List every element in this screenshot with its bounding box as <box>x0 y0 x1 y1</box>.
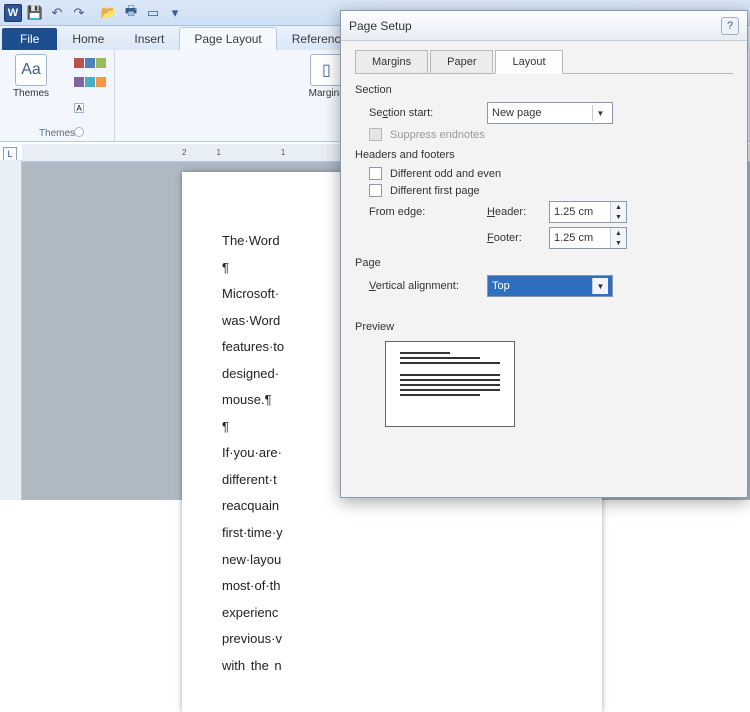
qat-dropdown-icon[interactable]: ▾ <box>166 4 184 22</box>
footer-spinner[interactable]: 1.25 cm ▲▼ <box>549 227 627 249</box>
doc-text: first·time·y <box>222 524 562 542</box>
suppress-endnotes-label: Suppress endnotes <box>390 129 485 141</box>
page-heading: Page <box>355 257 733 269</box>
doc-text: previous·v <box>222 630 562 648</box>
dialog-title: Page Setup <box>349 19 412 33</box>
doc-text: experienc <box>222 604 562 622</box>
tab-file[interactable]: File <box>2 28 57 50</box>
tab-page-layout[interactable]: Page Layout <box>179 27 276 50</box>
doc-text: with the n <box>222 657 562 675</box>
theme-fonts-button[interactable]: A <box>74 103 106 113</box>
header-value: 1.25 cm <box>550 206 610 218</box>
ruler-mark: 1 <box>216 148 220 157</box>
help-icon[interactable]: ? <box>721 17 739 35</box>
dialog-tab-margins[interactable]: Margins <box>355 50 428 74</box>
section-start-label: Section start: <box>369 107 479 119</box>
suppress-endnotes-checkbox <box>369 128 382 141</box>
spin-up-icon[interactable]: ▲ <box>611 202 626 212</box>
print-icon[interactable]: 🖶 <box>122 4 140 22</box>
save-icon[interactable]: 💾 <box>26 4 44 22</box>
vertical-alignment-value: Top <box>492 280 510 292</box>
vertical-ruler[interactable] <box>0 160 22 500</box>
vertical-alignment-select[interactable]: Top ▼ <box>487 275 613 297</box>
word-app-icon: W <box>4 4 22 22</box>
different-first-page-label: Different first page <box>390 185 480 197</box>
doc-text: most·of·th <box>222 577 562 595</box>
preview-thumbnail <box>385 341 515 427</box>
section-start-select[interactable]: New page ▼ <box>487 102 613 124</box>
section-heading: Section <box>355 84 733 96</box>
chevron-down-icon: ▼ <box>592 278 608 294</box>
ruler-mark: 1 <box>281 148 285 157</box>
doc-text: reacquain <box>222 497 562 515</box>
preview-heading: Preview <box>355 321 733 333</box>
header-label: Header: <box>487 206 541 218</box>
different-first-page-checkbox[interactable] <box>369 184 382 197</box>
different-odd-even-label: Different odd and even <box>390 168 501 180</box>
page-setup-dialog: Page Setup ? Margins Paper Layout Sectio… <box>340 10 748 498</box>
open-icon[interactable]: 📂 <box>100 4 118 22</box>
spin-down-icon[interactable]: ▼ <box>611 212 626 222</box>
margins-icon: ▯ <box>310 54 342 86</box>
headers-footers-heading: Headers and footers <box>355 149 733 161</box>
undo-icon[interactable]: ↶ <box>48 4 66 22</box>
spin-down-icon[interactable]: ▼ <box>611 238 626 248</box>
different-odd-even-checkbox[interactable] <box>369 167 382 180</box>
dialog-tabs: Margins Paper Layout <box>355 49 733 74</box>
themes-button[interactable]: Aa Themes <box>8 54 54 99</box>
group-themes: Aa Themes A Themes <box>0 50 115 141</box>
from-edge-label: From edge: <box>369 206 479 218</box>
themes-label: Themes <box>13 88 49 99</box>
dialog-tab-paper[interactable]: Paper <box>430 50 493 74</box>
section-start-value: New page <box>492 107 542 119</box>
new-doc-icon[interactable]: ▭ <box>144 4 162 22</box>
vertical-alignment-label: Vertical alignment: <box>369 280 479 292</box>
ruler-mark: 2 <box>182 148 186 157</box>
tab-selector[interactable]: L <box>3 147 17 161</box>
chevron-down-icon: ▼ <box>592 105 608 121</box>
margins-label: Margins <box>309 88 345 99</box>
doc-text: new·layou <box>222 551 562 569</box>
redo-icon[interactable]: ↷ <box>70 4 88 22</box>
tab-insert[interactable]: Insert <box>119 27 179 50</box>
dialog-tab-layout[interactable]: Layout <box>495 50 562 74</box>
tab-home[interactable]: Home <box>57 27 119 50</box>
footer-label: Footer: <box>487 232 541 244</box>
header-spinner[interactable]: 1.25 cm ▲▼ <box>549 201 627 223</box>
dialog-titlebar[interactable]: Page Setup ? <box>341 11 747 41</box>
theme-effects-button[interactable] <box>74 127 106 137</box>
themes-icon: Aa <box>15 54 47 86</box>
spin-up-icon[interactable]: ▲ <box>611 228 626 238</box>
footer-value: 1.25 cm <box>550 232 610 244</box>
group-title-themes: Themes <box>39 126 75 139</box>
